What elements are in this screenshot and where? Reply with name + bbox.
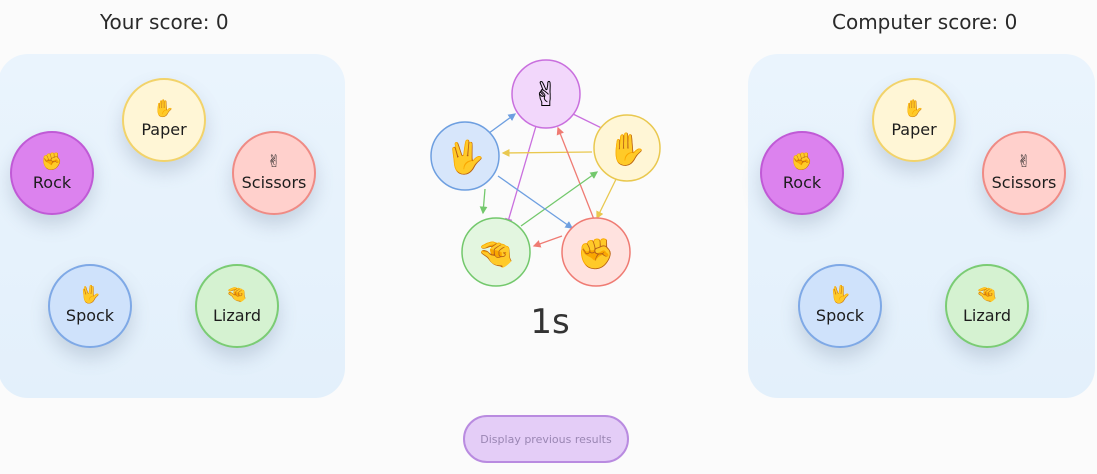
player-rock-button[interactable]: ✊ Rock <box>10 131 94 215</box>
paper-hand-icon: ✋ <box>903 99 925 119</box>
player-spock-button[interactable]: 🖖 Spock <box>48 264 132 348</box>
computer-score: Computer score: 0 <box>832 10 1018 34</box>
computer-paper-button: ✋ Paper <box>872 78 956 162</box>
paper-hand-icon: ✋ <box>607 130 647 168</box>
rules-diagram: ✌ ✋ 🖖 🤏 ✊ <box>430 59 661 287</box>
diagram-spock-node: 🖖 <box>430 121 500 191</box>
spock-label: Spock <box>65 306 115 325</box>
spock-hand-icon: 🖖 <box>445 138 485 178</box>
rock-label: Rock <box>32 173 72 192</box>
scissors-label: Scissors <box>241 173 307 192</box>
diagram-lizard-node: 🤏 <box>461 217 531 287</box>
computer-scissors-button: ✌ Scissors <box>982 131 1066 215</box>
rock-hand-icon: ✊ <box>577 237 614 272</box>
player-move-panel: ✋ Paper ✊ Rock ✌ Scissors 🖖 Spock 🤏 Liza… <box>0 54 345 398</box>
paper-label: Paper <box>141 120 187 139</box>
scissors-label: Scissors <box>991 173 1057 192</box>
player-lizard-button[interactable]: 🤏 Lizard <box>195 264 279 348</box>
player-paper-button[interactable]: ✋ Paper <box>122 78 206 162</box>
spock-hand-icon: 🖖 <box>79 285 101 305</box>
lizard-hand-icon: 🤏 <box>477 237 514 272</box>
scissors-hand-icon: ✌ <box>266 152 282 172</box>
lizard-hand-icon: 🤏 <box>976 285 998 305</box>
rock-hand-icon: ✊ <box>791 152 813 172</box>
player-score: Your score: 0 <box>100 10 229 34</box>
paper-label: Paper <box>891 120 937 139</box>
rock-label: Rock <box>782 173 822 192</box>
computer-lizard-button: 🤏 Lizard <box>945 264 1029 348</box>
display-previous-results-button[interactable]: Display previous results <box>463 415 629 463</box>
scissors-hand-icon: ✌ <box>532 75 561 115</box>
paper-hand-icon: ✋ <box>153 99 175 119</box>
spock-label: Spock <box>815 306 865 325</box>
diagram-scissors-node: ✌ <box>511 59 581 129</box>
rock-hand-icon: ✊ <box>41 152 63 172</box>
lizard-label: Lizard <box>212 306 261 325</box>
computer-rock-button: ✊ Rock <box>760 131 844 215</box>
scissors-hand-icon: ✌ <box>1016 152 1032 172</box>
spock-hand-icon: 🖖 <box>829 285 851 305</box>
lizard-hand-icon: 🤏 <box>226 285 248 305</box>
player-scissors-button[interactable]: ✌ Scissors <box>232 131 316 215</box>
diagram-rock-node: ✊ <box>561 217 631 287</box>
lizard-label: Lizard <box>962 306 1011 325</box>
computer-move-panel: ✋ Paper ✊ Rock ✌ Scissors 🖖 Spock 🤏 Liza… <box>748 54 1095 398</box>
computer-spock-button: 🖖 Spock <box>798 264 882 348</box>
diagram-paper-node: ✋ <box>593 114 661 182</box>
countdown-timer: 1s <box>530 302 570 342</box>
